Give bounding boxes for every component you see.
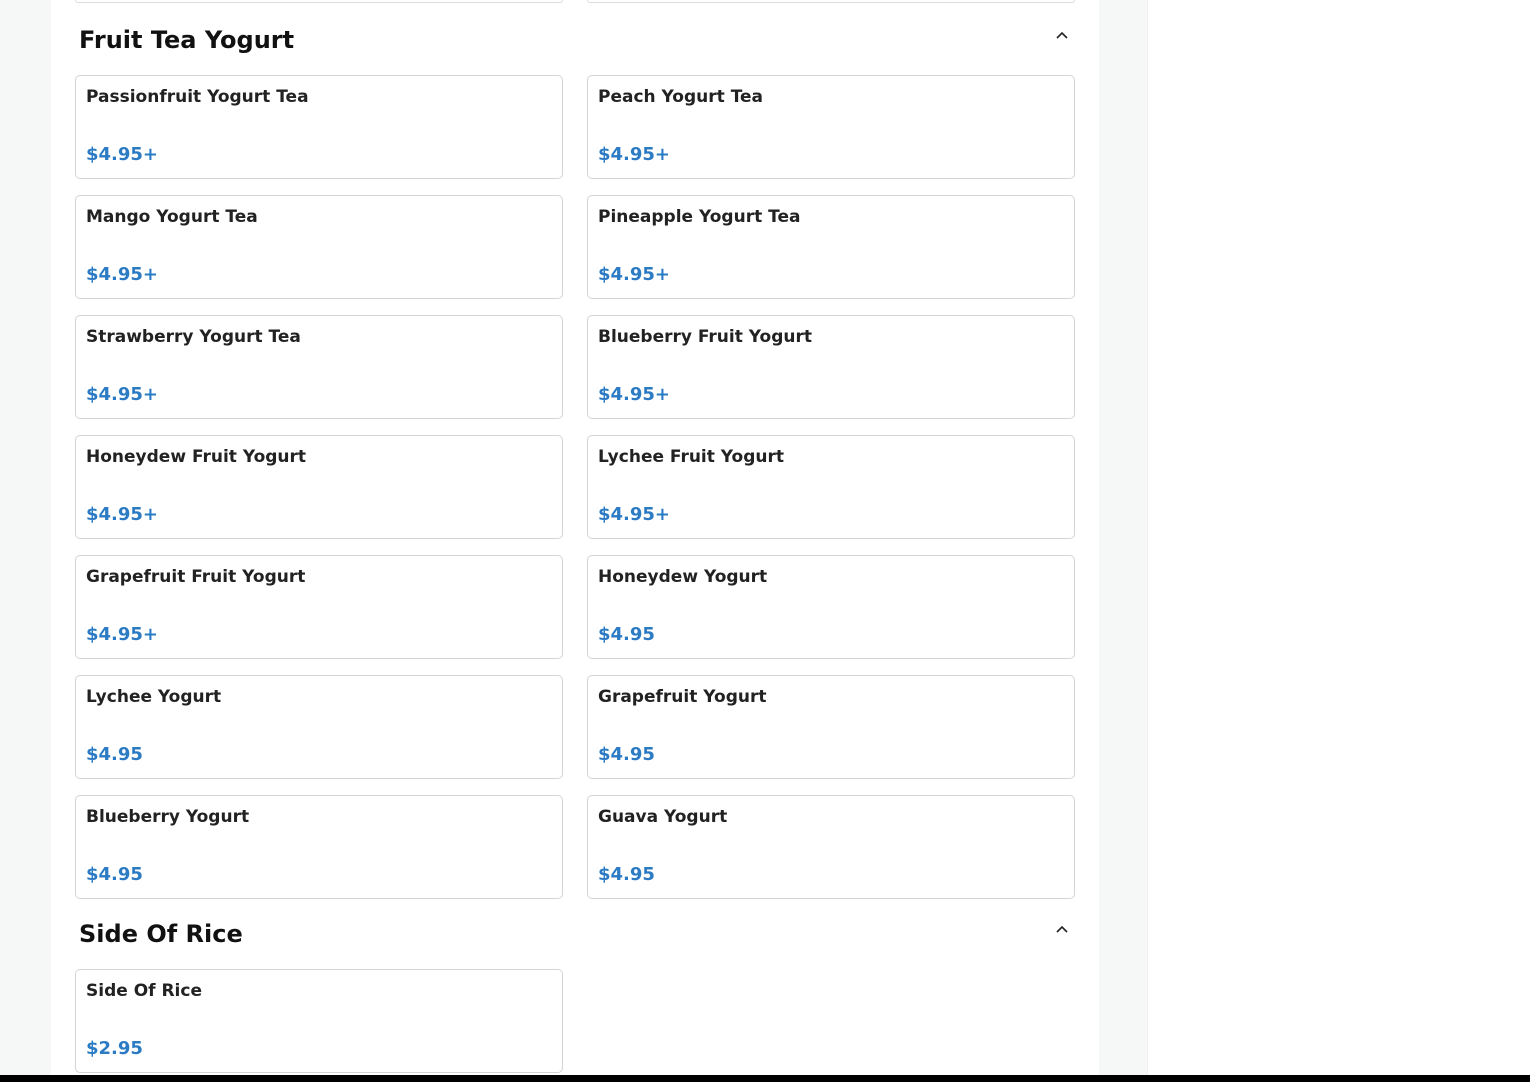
- item-price: $4.95+: [86, 144, 159, 165]
- menu-items-grid: Passionfruit Yogurt Tea $4.95+ Peach Yog…: [75, 75, 1075, 899]
- menu-item-card[interactable]: Passionfruit Yogurt Tea $4.95+: [75, 75, 563, 179]
- item-price: $4.95+: [598, 504, 671, 525]
- item-price: $2.95: [86, 1038, 143, 1059]
- item-price: $4.95+: [86, 264, 159, 285]
- menu-item-card[interactable]: Blueberry Yogurt $4.95: [75, 795, 563, 899]
- menu-item-card[interactable]: Side Of Rice $2.95: [75, 969, 563, 1073]
- item-price: $4.95+: [86, 624, 159, 645]
- section-header: Fruit Tea Yogurt: [75, 0, 1074, 54]
- item-price: $4.95+: [86, 504, 159, 525]
- menu-content: Fruit Tea Yogurt Passionfruit Yogurt Tea…: [51, 0, 1099, 1082]
- menu-section-side-of-rice: Side Of Rice Side Of Rice $2.95: [75, 894, 1074, 1073]
- item-price: $4.95+: [598, 144, 671, 165]
- item-name: Honeydew Fruit Yogurt: [86, 447, 307, 467]
- section-title: Fruit Tea Yogurt: [79, 26, 295, 54]
- menu-item-card[interactable]: Grapefruit Yogurt $4.95: [587, 675, 1075, 779]
- item-price: $4.95: [86, 744, 143, 765]
- item-name: Lychee Yogurt: [86, 687, 222, 707]
- item-name: Strawberry Yogurt Tea: [86, 327, 301, 347]
- menu-items-grid: Side Of Rice $2.95: [75, 969, 1074, 1073]
- item-price: $4.95: [598, 864, 655, 885]
- menu-item-card[interactable]: Peach Yogurt Tea $4.95+: [587, 75, 1075, 179]
- menu-item-card[interactable]: Strawberry Yogurt Tea $4.95+: [75, 315, 563, 419]
- item-name: Peach Yogurt Tea: [598, 87, 764, 107]
- menu-section-fruit-tea-yogurt: Fruit Tea Yogurt Passionfruit Yogurt Tea…: [75, 0, 1075, 899]
- collapse-section-button[interactable]: [1050, 918, 1074, 942]
- item-price: $4.95: [598, 624, 655, 645]
- menu-item-card[interactable]: Mango Yogurt Tea $4.95+: [75, 195, 563, 299]
- left-gutter: [0, 0, 51, 1082]
- item-name: Grapefruit Yogurt: [598, 687, 767, 707]
- menu-item-card[interactable]: Blueberry Fruit Yogurt $4.95+: [587, 315, 1075, 419]
- menu-item-card[interactable]: Guava Yogurt $4.95: [587, 795, 1075, 899]
- item-price: $4.95: [86, 864, 143, 885]
- item-name: Pineapple Yogurt Tea: [598, 207, 801, 227]
- item-name: Blueberry Yogurt: [86, 807, 250, 827]
- chevron-up-icon: [1056, 925, 1068, 933]
- item-price: $4.95+: [86, 384, 159, 405]
- bottom-bar: [0, 1075, 1530, 1082]
- menu-item-card[interactable]: Lychee Yogurt $4.95: [75, 675, 563, 779]
- item-name: Mango Yogurt Tea: [86, 207, 258, 227]
- item-name: Side Of Rice: [86, 981, 202, 1001]
- item-name: Honeydew Yogurt: [598, 567, 768, 587]
- menu-item-card[interactable]: Honeydew Fruit Yogurt $4.95+: [75, 435, 563, 539]
- menu-item-card[interactable]: Grapefruit Fruit Yogurt $4.95+: [75, 555, 563, 659]
- item-price: $4.95+: [598, 264, 671, 285]
- item-price: $4.95: [598, 744, 655, 765]
- right-panel: [1147, 0, 1530, 1082]
- section-title: Side Of Rice: [79, 920, 243, 948]
- item-name: Lychee Fruit Yogurt: [598, 447, 785, 467]
- menu-item-card[interactable]: Lychee Fruit Yogurt $4.95+: [587, 435, 1075, 539]
- item-name: Blueberry Fruit Yogurt: [598, 327, 812, 347]
- item-price: $4.95+: [598, 384, 671, 405]
- menu-item-card[interactable]: Pineapple Yogurt Tea $4.95+: [587, 195, 1075, 299]
- chevron-up-icon: [1056, 31, 1068, 39]
- page-background: [1099, 0, 1147, 1082]
- item-name: Grapefruit Fruit Yogurt: [86, 567, 306, 587]
- section-header: Side Of Rice: [75, 894, 1074, 948]
- item-name: Guava Yogurt: [598, 807, 728, 827]
- collapse-section-button[interactable]: [1050, 24, 1074, 48]
- menu-item-card[interactable]: Honeydew Yogurt $4.95: [587, 555, 1075, 659]
- item-name: Passionfruit Yogurt Tea: [86, 87, 309, 107]
